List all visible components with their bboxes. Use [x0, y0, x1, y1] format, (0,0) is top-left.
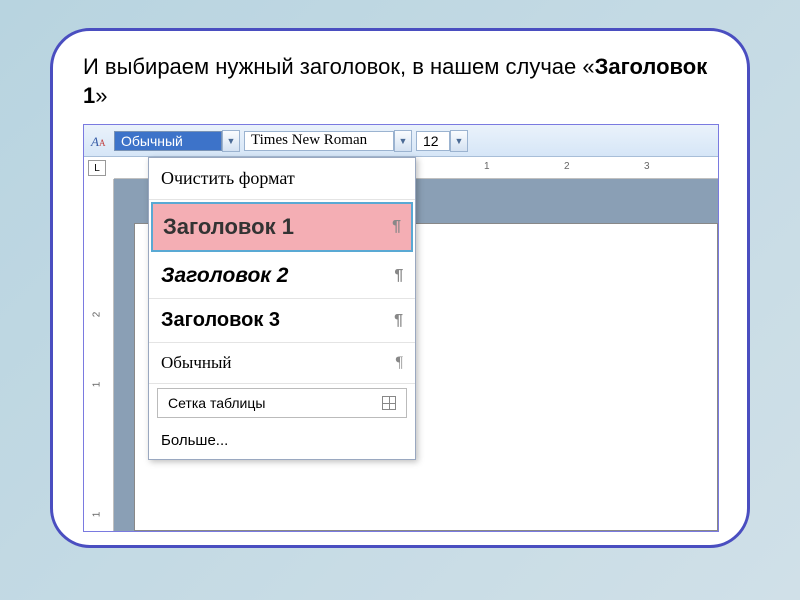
slide-frame: И выбираем нужный заголовок, в нашем слу… [50, 28, 750, 548]
menu-label: Заголовок 2 [161, 264, 288, 288]
menu-label: Заголовок 1 [163, 214, 294, 240]
menu-label: Заголовок 3 [161, 309, 280, 332]
tab-stop-icon[interactable]: L [88, 160, 106, 176]
menu-label: Сетка таблицы [168, 395, 265, 411]
size-field[interactable]: 12 [416, 131, 450, 151]
pilcrow-icon: ¶ [394, 267, 403, 285]
pilcrow-icon: ¶ [394, 312, 403, 330]
svg-text:A: A [90, 134, 99, 149]
size-combo[interactable]: 12 ▼ [416, 130, 468, 152]
chevron-down-icon: ▼ [399, 136, 408, 146]
style-dropdown-menu: Очистить формат Заголовок 1 ¶ Заголовок … [148, 157, 416, 460]
chevron-down-icon: ▼ [227, 136, 236, 146]
menu-label: Больше... [161, 432, 228, 449]
instruction-prefix: И выбираем нужный заголовок, в нашем слу… [83, 54, 595, 79]
table-grid-icon [382, 396, 396, 410]
pilcrow-icon: ¶ [392, 218, 401, 236]
ruler-tick: 2 [91, 312, 102, 318]
menu-item-heading-1[interactable]: Заголовок 1 ¶ [151, 202, 413, 252]
ruler-tick: 3 [644, 161, 650, 172]
ruler-tick: 1 [484, 161, 490, 172]
menu-item-heading-2[interactable]: Заголовок 2 ¶ [149, 254, 415, 299]
style-dropdown-arrow[interactable]: ▼ [222, 130, 240, 152]
vertical-ruler[interactable]: 1 2 1 [84, 179, 114, 531]
ruler-tick: 1 [91, 512, 102, 518]
menu-label: Очистить формат [161, 168, 295, 189]
font-dropdown-arrow[interactable]: ▼ [394, 130, 412, 152]
style-field[interactable]: Обычный [114, 131, 222, 151]
menu-item-normal[interactable]: Обычный ¶ [149, 343, 415, 384]
menu-label: Обычный [161, 353, 232, 373]
menu-item-heading-3[interactable]: Заголовок 3 ¶ [149, 299, 415, 343]
style-combo[interactable]: Обычный ▼ [114, 130, 240, 152]
ruler-tick: 2 [564, 161, 570, 172]
instruction-suffix: » [95, 83, 107, 108]
instruction-text: И выбираем нужный заголовок, в нашем слу… [83, 53, 717, 110]
menu-item-table-grid[interactable]: Сетка таблицы [157, 388, 407, 418]
size-dropdown-arrow[interactable]: ▼ [450, 130, 468, 152]
ruler-tick: 1 [91, 382, 102, 388]
svg-text:A: A [99, 138, 106, 148]
pilcrow-icon: ¶ [396, 354, 403, 372]
menu-item-more[interactable]: Больше... [149, 422, 415, 459]
styles-icon[interactable]: A A [88, 130, 110, 152]
formatting-toolbar: A A Обычный ▼ Times New Roman ▼ 12 ▼ [84, 125, 718, 157]
font-field[interactable]: Times New Roman [244, 131, 394, 151]
chevron-down-icon: ▼ [455, 136, 464, 146]
app-window: A A Обычный ▼ Times New Roman ▼ 12 ▼ L 1… [83, 124, 719, 532]
menu-item-clear-format[interactable]: Очистить формат [149, 158, 415, 200]
font-combo[interactable]: Times New Roman ▼ [244, 130, 412, 152]
